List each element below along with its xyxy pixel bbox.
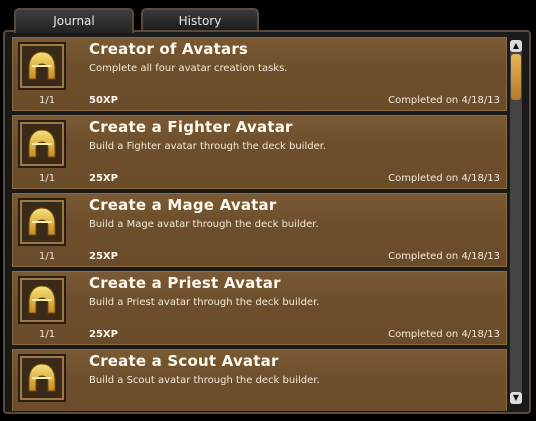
achievement-row[interactable]: 1/1 Create a Mage Avatar Build a Mage av… xyxy=(12,193,507,267)
achievement-title: Create a Priest Avatar xyxy=(89,274,281,292)
achievement-row[interactable]: 1/1 Creator of Avatars Complete all four… xyxy=(12,37,507,111)
arrow-down-icon[interactable]: ▼ xyxy=(510,392,522,404)
completed-date: Completed on 4/18/13 xyxy=(388,329,500,340)
scroll-thumb[interactable] xyxy=(511,54,521,100)
xp-reward: 25XP xyxy=(89,251,118,262)
arrow-up-icon[interactable]: ▲ xyxy=(510,40,522,52)
achievement-row[interactable]: 1/1 Create a Priest Avatar Build a Pries… xyxy=(12,271,507,345)
achievement-description: Build a Priest avatar through the deck b… xyxy=(89,297,320,308)
xp-reward: 50XP xyxy=(89,95,118,106)
completed-date: Completed on 4/18/13 xyxy=(388,95,500,106)
achievement-list: 1/1 Creator of Avatars Complete all four… xyxy=(12,37,507,411)
achievement-row[interactable]: Create a Scout Avatar Build a Scout avat… xyxy=(12,349,507,411)
achievement-title: Create a Mage Avatar xyxy=(89,196,277,214)
helmet-icon xyxy=(18,354,66,402)
achievement-title: Creator of Avatars xyxy=(89,40,249,58)
helmet-icon xyxy=(18,42,66,90)
completed-date: Completed on 4/18/13 xyxy=(388,173,500,184)
helmet-icon xyxy=(18,120,66,168)
progress-count: 1/1 xyxy=(39,329,56,340)
progress-count: 1/1 xyxy=(39,251,56,262)
progress-count: 1/1 xyxy=(39,95,56,106)
achievement-title: Create a Fighter Avatar xyxy=(89,118,293,136)
xp-reward: 25XP xyxy=(89,173,118,184)
achievement-row[interactable]: 1/1 Create a Fighter Avatar Build a Figh… xyxy=(12,115,507,189)
scrollbar[interactable]: ▲ ▼ xyxy=(510,40,522,404)
achievement-description: Build a Scout avatar through the deck bu… xyxy=(89,375,320,386)
achievement-description: Build a Mage avatar through the deck bui… xyxy=(89,219,319,230)
helmet-icon xyxy=(18,198,66,246)
helmet-icon xyxy=(18,276,66,324)
achievement-description: Build a Fighter avatar through the deck … xyxy=(89,141,327,152)
progress-count: 1/1 xyxy=(39,173,56,184)
completed-date: Completed on 4/18/13 xyxy=(388,251,500,262)
achievement-description: Complete all four avatar creation tasks. xyxy=(89,63,288,74)
tab-journal[interactable]: Journal xyxy=(14,8,134,33)
journal-panel: 1/1 Creator of Avatars Complete all four… xyxy=(3,30,531,414)
xp-reward: 25XP xyxy=(89,329,118,340)
tab-history[interactable]: History xyxy=(141,8,259,30)
achievement-title: Create a Scout Avatar xyxy=(89,352,279,370)
